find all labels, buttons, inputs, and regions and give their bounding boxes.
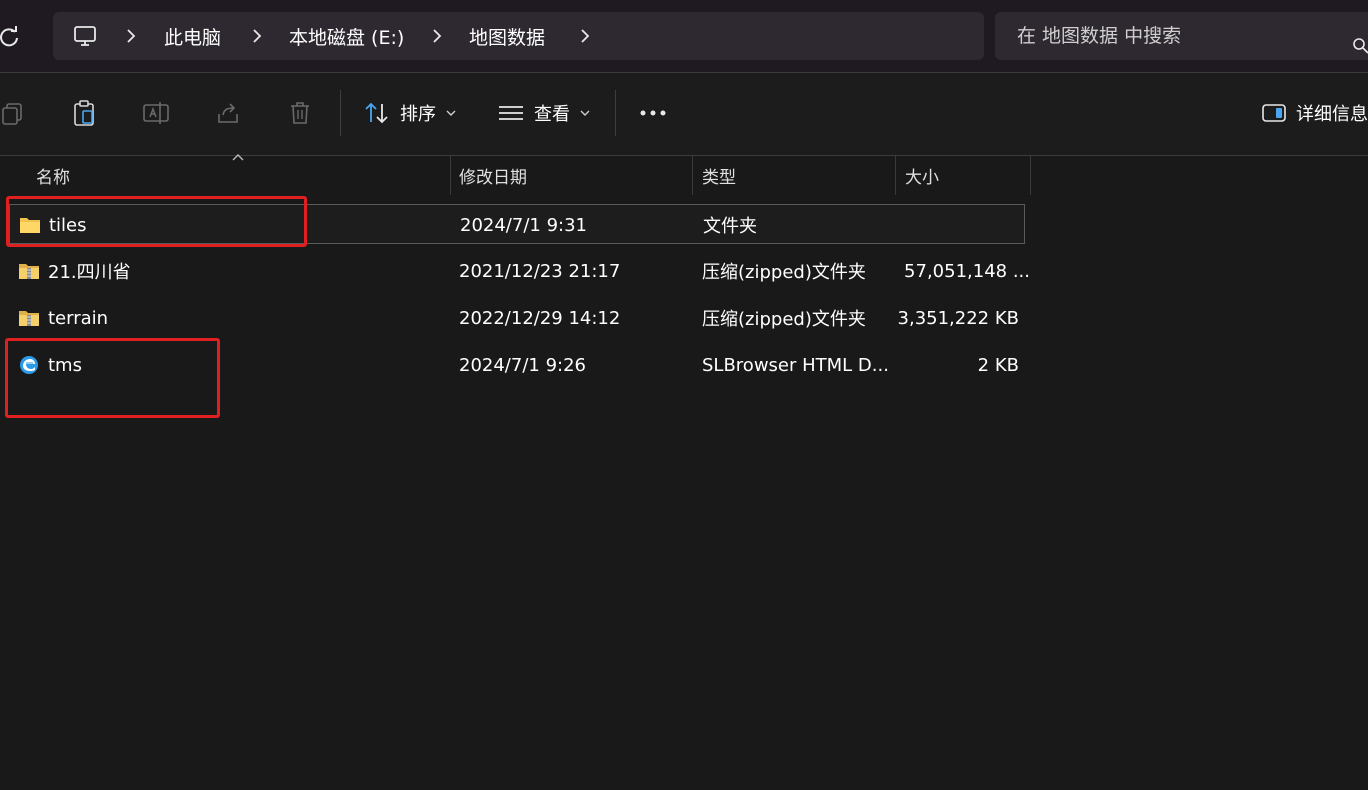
paste-icon[interactable] <box>68 97 100 129</box>
column-divider[interactable] <box>895 155 896 195</box>
breadcrumb-local-disk[interactable]: 本地磁盘 (E:) <box>289 12 404 60</box>
column-size[interactable]: 大小 <box>905 155 939 195</box>
sort-icon <box>365 102 388 124</box>
column-header: 名称 修改日期 类型 大小 <box>0 154 1368 195</box>
copy-icon[interactable] <box>0 97 28 129</box>
chevron-right-icon[interactable] <box>249 28 265 44</box>
column-name[interactable]: 名称 <box>36 155 70 195</box>
annotation-highlight-tms <box>5 338 220 418</box>
file-row-terrain[interactable]: terrain 2022/12/29 14:12 压缩(zipped)文件夹 3… <box>9 298 1025 338</box>
file-size: 57,051,148 ... <box>904 260 1030 282</box>
file-row-sichuan[interactable]: 21.四川省 2021/12/23 21:17 压缩(zipped)文件夹 57… <box>9 251 1030 291</box>
chevron-right-icon[interactable] <box>123 28 139 44</box>
file-modified: 2024/7/1 9:26 <box>459 354 586 376</box>
file-type: 压缩(zipped)文件夹 <box>702 309 866 330</box>
file-size: 3,351,222 KB <box>897 307 1019 329</box>
search-input[interactable] <box>1017 23 1337 49</box>
sort-button[interactable]: 排序 <box>364 95 456 131</box>
search-box[interactable] <box>995 12 1368 60</box>
file-type: SLBrowser HTML D... <box>702 354 889 376</box>
file-type: 文件夹 <box>703 216 757 237</box>
annotation-highlight-tiles <box>6 196 307 247</box>
file-modified: 2024/7/1 9:31 <box>460 214 587 236</box>
file-type: 压缩(zipped)文件夹 <box>702 262 866 283</box>
computer-icon[interactable] <box>73 24 97 52</box>
details-pane-button[interactable]: 详细信息 <box>1262 95 1368 131</box>
zip-folder-icon <box>19 264 39 279</box>
sort-ascending-icon <box>232 154 244 161</box>
chevron-down-icon <box>580 110 590 116</box>
details-pane-icon <box>1262 104 1286 122</box>
toolbar-divider <box>340 90 341 136</box>
delete-icon[interactable] <box>284 97 316 129</box>
details-label: 详细信息 <box>1296 104 1368 125</box>
column-divider[interactable] <box>692 155 693 195</box>
chevron-down-icon <box>446 110 456 116</box>
column-divider[interactable] <box>450 155 451 195</box>
share-icon[interactable] <box>212 97 244 129</box>
file-modified: 2022/12/29 14:12 <box>459 307 621 329</box>
breadcrumb-map-data[interactable]: 地图数据 <box>469 12 545 60</box>
more-options-icon[interactable] <box>637 97 669 129</box>
search-icon[interactable] <box>1353 38 1368 58</box>
file-name: terrain <box>48 307 109 329</box>
file-modified: 2021/12/23 21:17 <box>459 260 621 282</box>
column-modified[interactable]: 修改日期 <box>459 155 527 195</box>
file-size <box>905 205 1020 245</box>
toolbar-divider <box>615 90 616 136</box>
title-bar: 此电脑 本地磁盘 (E:) 地图数据 <box>0 0 1368 72</box>
refresh-icon[interactable] <box>0 24 22 50</box>
chevron-right-icon[interactable] <box>429 28 445 44</box>
breadcrumb-this-pc[interactable]: 此电脑 <box>164 12 221 60</box>
view-icon <box>499 106 523 120</box>
column-divider[interactable] <box>1030 155 1031 195</box>
column-type[interactable]: 类型 <box>702 155 736 195</box>
command-bar: 排序 查看 详细信息 <box>0 72 1368 156</box>
file-size: 2 KB <box>977 354 1019 376</box>
zip-folder-icon <box>19 311 39 326</box>
file-name: 21.四川省 <box>48 262 131 283</box>
view-button[interactable]: 查看 <box>498 95 590 131</box>
view-label: 查看 <box>534 104 570 125</box>
rename-icon[interactable] <box>140 97 172 129</box>
address-bar[interactable]: 此电脑 本地磁盘 (E:) 地图数据 <box>53 12 984 60</box>
chevron-right-icon[interactable] <box>577 28 593 44</box>
sort-label: 排序 <box>400 104 436 125</box>
